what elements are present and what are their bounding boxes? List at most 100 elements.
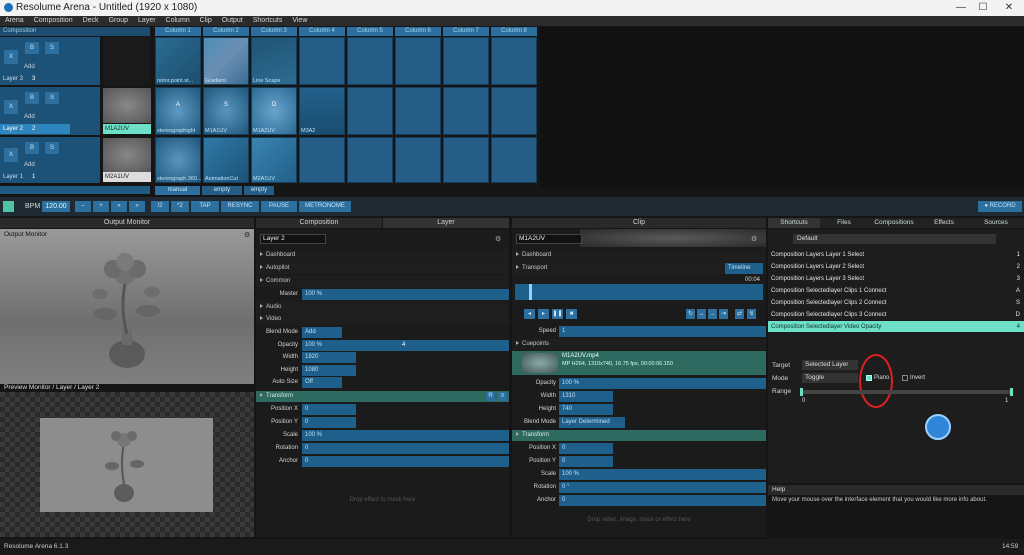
bpm-plus-button[interactable]: + [93, 201, 109, 212]
range-slider[interactable] [800, 390, 1013, 394]
column-3-button[interactable]: Column 3 [251, 27, 297, 36]
section-video[interactable]: Video [256, 314, 509, 325]
play-once-hold-icon[interactable]: ⇥ [719, 309, 728, 319]
clip-posy-field[interactable]: 0 [559, 456, 613, 467]
timeline-mode-dropdown[interactable]: Timeline [725, 263, 763, 274]
menu-composition[interactable]: Composition [29, 16, 78, 26]
metronome-button[interactable]: METRONOME [299, 201, 351, 212]
clip-layer2-col4[interactable]: M3A2 [299, 87, 345, 135]
layer-3-name[interactable]: Layer 3 [3, 76, 23, 82]
shortcut-row[interactable]: Composition Selectedlayer Clips 3 Connec… [768, 309, 1024, 321]
loop-icon[interactable]: ↻ [686, 309, 695, 319]
midi-learn-knob-icon[interactable] [925, 414, 951, 440]
range-min-handle[interactable] [800, 388, 803, 396]
composition-thumb-icon[interactable] [3, 201, 14, 212]
clip-layer3-col6[interactable] [395, 37, 441, 85]
column-1-button[interactable]: Column 1 [155, 27, 201, 36]
scale-slider[interactable]: 100 % [302, 430, 509, 441]
shortcut-row[interactable]: Composition Layers Layer 3 Select 3 [768, 273, 1024, 285]
clip-layer1-col5[interactable] [347, 137, 393, 183]
clip-layer1-col4[interactable] [299, 137, 345, 183]
transform-reset-button[interactable]: R [486, 392, 495, 401]
layer-1-add[interactable]: Add [24, 162, 35, 168]
layer-3-clear-button[interactable]: X [4, 50, 18, 64]
tab-composition[interactable]: Composition [256, 218, 382, 228]
tab-compositions[interactable]: Compositions [868, 218, 920, 228]
composition-header[interactable]: Composition [0, 27, 150, 36]
bpm-field[interactable]: 120.00 [42, 201, 70, 212]
clip-layer1-col1[interactable]: stereograph.360... [155, 137, 202, 183]
clip-settings-gear-icon[interactable]: ⚙ [751, 235, 757, 243]
close-button[interactable]: ✕ [994, 1, 1024, 15]
play-reverse-button[interactable]: ◂ [524, 309, 535, 319]
clip-section-dashboard[interactable]: Dashboard [512, 250, 766, 261]
autosize-dropdown[interactable]: Off [302, 377, 342, 388]
clip-layer1-col3[interactable]: M2A1UV [251, 137, 297, 183]
anchor-slider[interactable]: 0 [302, 456, 509, 467]
shortcut-row[interactable]: Composition Selectedlayer Video Opacity 4 [768, 321, 1024, 333]
clip-layer2-col6[interactable] [395, 87, 441, 135]
shortcut-row[interactable]: Composition Selectedlayer Clips 1 Connec… [768, 285, 1024, 297]
clip-layer2-col3[interactable]: D M1A2UV [251, 87, 297, 135]
clip-width-field[interactable]: 1310 [559, 391, 613, 402]
deck-tab-manual[interactable]: manual [155, 186, 200, 195]
menu-shortcuts[interactable]: Shortcuts [248, 16, 288, 26]
section-autopilot[interactable]: Autopilot [256, 263, 509, 274]
menu-layer[interactable]: Layer [133, 16, 161, 26]
column-2-button[interactable]: Column 2 [203, 27, 249, 36]
range-max-handle[interactable] [1010, 388, 1013, 396]
tap-button[interactable]: TAP [191, 201, 219, 212]
clip-layer3-col1[interactable]: notor.point.st... [155, 37, 201, 85]
transform-menu-icon[interactable]: ≡ [498, 392, 507, 401]
clip-layer3-col2[interactable]: Gradient [203, 37, 249, 85]
shortcut-row[interactable]: Composition Layers Layer 2 Select 2 [768, 261, 1024, 273]
clip-layer1-col8[interactable] [491, 137, 537, 183]
gear-icon[interactable]: ⚙ [244, 231, 250, 239]
tab-sources[interactable]: Sources [968, 218, 1024, 228]
pause-button[interactable]: PAUSE [261, 201, 297, 212]
layer-2-solo-button[interactable]: S [45, 92, 59, 104]
random-icon[interactable]: ⇄ [735, 309, 744, 319]
tab-shortcuts[interactable]: Shortcuts [768, 218, 820, 228]
tab-layer[interactable]: Layer [383, 218, 509, 228]
halve-bpm-button[interactable]: /2 [151, 201, 169, 212]
deck-tab-empty-1[interactable]: empty [202, 186, 242, 195]
column-6-button[interactable]: Column 6 [395, 27, 441, 36]
clip-section-cuepoints[interactable]: Cuepoints [512, 339, 766, 350]
playhead[interactable] [529, 284, 532, 300]
tab-files[interactable]: Files [820, 218, 868, 228]
nudge-minus-button[interactable]: « [111, 201, 127, 212]
height-field[interactable]: 1080 [302, 365, 356, 376]
mode-dropdown[interactable]: Toggle [802, 373, 858, 383]
clip-scale-slider[interactable]: 100 % [559, 469, 766, 480]
layer-effect-dropzone[interactable]: Drop effect to mask here [256, 497, 509, 503]
shortcut-row[interactable]: Composition Selectedlayer Clips 2 Connec… [768, 297, 1024, 309]
menu-output[interactable]: Output [217, 16, 248, 26]
clip-layer3-col8[interactable] [491, 37, 537, 85]
layer-settings-gear-icon[interactable]: ⚙ [495, 235, 501, 243]
tab-effects[interactable]: Effects [920, 218, 968, 228]
shortcut-row[interactable]: Composition Layers Layer 1 Select 1 [768, 249, 1024, 261]
menu-column[interactable]: Column [161, 16, 195, 26]
menu-arena[interactable]: Arena [0, 16, 29, 26]
clip-posx-field[interactable]: 0 [559, 443, 613, 454]
layer-2-bypass-button[interactable]: B [25, 92, 39, 104]
master-slider[interactable]: 100 % [302, 289, 509, 300]
shortcut-preset-dropdown[interactable]: Default [793, 234, 996, 244]
resync-button[interactable]: RESYNC [221, 201, 259, 212]
play-forward-button[interactable]: ▸ [538, 309, 549, 319]
layer-1-name[interactable]: Layer 1 [3, 174, 23, 180]
column-4-button[interactable]: Column 4 [299, 27, 345, 36]
menu-deck[interactable]: Deck [78, 16, 104, 26]
record-button[interactable]: ● RECORD [978, 201, 1022, 212]
column-5-button[interactable]: Column 5 [347, 27, 393, 36]
clip-layer1-col6[interactable] [395, 137, 441, 183]
play-once-icon[interactable]: → [708, 309, 717, 319]
opacity-slider[interactable]: 100 % 4 [302, 340, 509, 351]
layer-2-add[interactable]: Add [24, 114, 35, 120]
section-dashboard[interactable]: Dashboard [256, 250, 509, 261]
rotation-slider[interactable]: 0 [302, 443, 509, 454]
clip-layer1-col7[interactable] [443, 137, 489, 183]
layer-1-bypass-button[interactable]: B [25, 142, 39, 154]
layer-1-clear-button[interactable]: X [4, 148, 18, 162]
